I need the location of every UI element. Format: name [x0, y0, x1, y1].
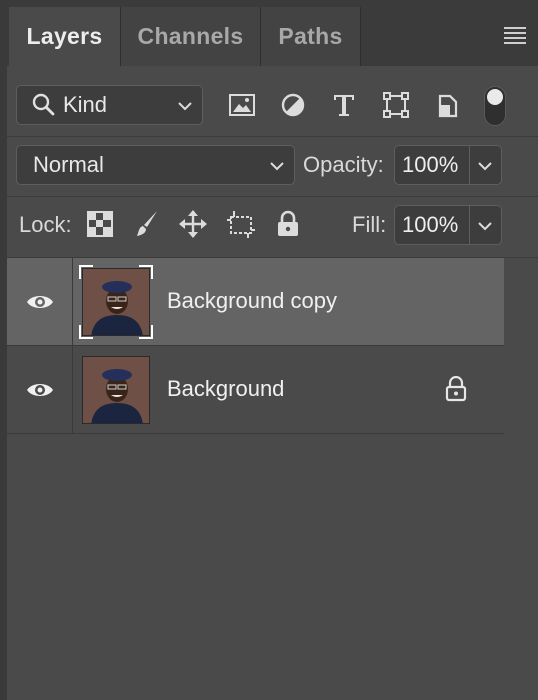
- fill-label: Fill:: [352, 212, 387, 237]
- type-filter-icon[interactable]: [328, 88, 360, 122]
- search-icon: [32, 93, 55, 116]
- filter-kind-select[interactable]: Kind: [16, 85, 203, 125]
- lock-label: Lock:: [19, 212, 72, 237]
- layer-row-background[interactable]: Background: [7, 346, 504, 434]
- layer-thumbnail[interactable]: [82, 356, 150, 424]
- divider: [7, 196, 538, 197]
- divider: [7, 136, 538, 137]
- chevron-down-icon: [478, 162, 492, 171]
- chevron-down-icon: [178, 102, 192, 111]
- visibility-toggle[interactable]: [7, 346, 73, 433]
- layer-name[interactable]: Background copy: [167, 288, 337, 314]
- chevron-down-icon: [478, 222, 492, 231]
- adjustment-filter-icon[interactable]: [277, 88, 309, 122]
- visibility-toggle[interactable]: [7, 258, 73, 345]
- lock-image-pixels-icon[interactable]: [132, 207, 162, 241]
- layer-thumbnail[interactable]: [79, 265, 153, 339]
- opacity-dropdown[interactable]: [470, 145, 502, 185]
- tab-layers[interactable]: Layers: [9, 7, 121, 66]
- blend-mode-select[interactable]: Normal: [16, 145, 295, 185]
- fill-dropdown[interactable]: [470, 205, 502, 245]
- opacity-input[interactable]: 100%: [394, 145, 470, 185]
- lock-artboard-icon[interactable]: [226, 207, 256, 241]
- chevron-down-icon: [270, 162, 284, 171]
- panel-menu-icon[interactable]: [504, 27, 526, 44]
- fill-input[interactable]: 100%: [394, 205, 470, 245]
- shape-filter-icon[interactable]: [380, 88, 412, 122]
- layer-row-background-copy[interactable]: Background copy: [7, 258, 504, 346]
- tab-channels[interactable]: Channels: [121, 7, 261, 66]
- eye-icon: [26, 383, 53, 396]
- eye-icon: [26, 295, 53, 308]
- layer-locked-icon[interactable]: [445, 375, 467, 407]
- layers-scroll-gutter: [504, 258, 538, 434]
- layer-name[interactable]: Background: [167, 376, 284, 402]
- tab-paths[interactable]: Paths: [261, 7, 361, 66]
- filter-kind-label: Kind: [63, 92, 108, 117]
- smart-object-filter-icon[interactable]: [432, 88, 464, 122]
- opacity-label: Opacity:: [303, 152, 384, 177]
- filter-toggle[interactable]: [484, 86, 506, 126]
- lock-all-icon[interactable]: [273, 207, 303, 241]
- blend-mode-label: Normal: [33, 152, 104, 177]
- lock-position-icon[interactable]: [178, 207, 208, 241]
- portrait-thumbnail-image: [82, 356, 150, 424]
- panel-tab-bar: Layers Channels Paths: [7, 0, 538, 66]
- lock-transparent-pixels-icon[interactable]: [85, 207, 115, 241]
- image-filter-icon[interactable]: [226, 88, 258, 122]
